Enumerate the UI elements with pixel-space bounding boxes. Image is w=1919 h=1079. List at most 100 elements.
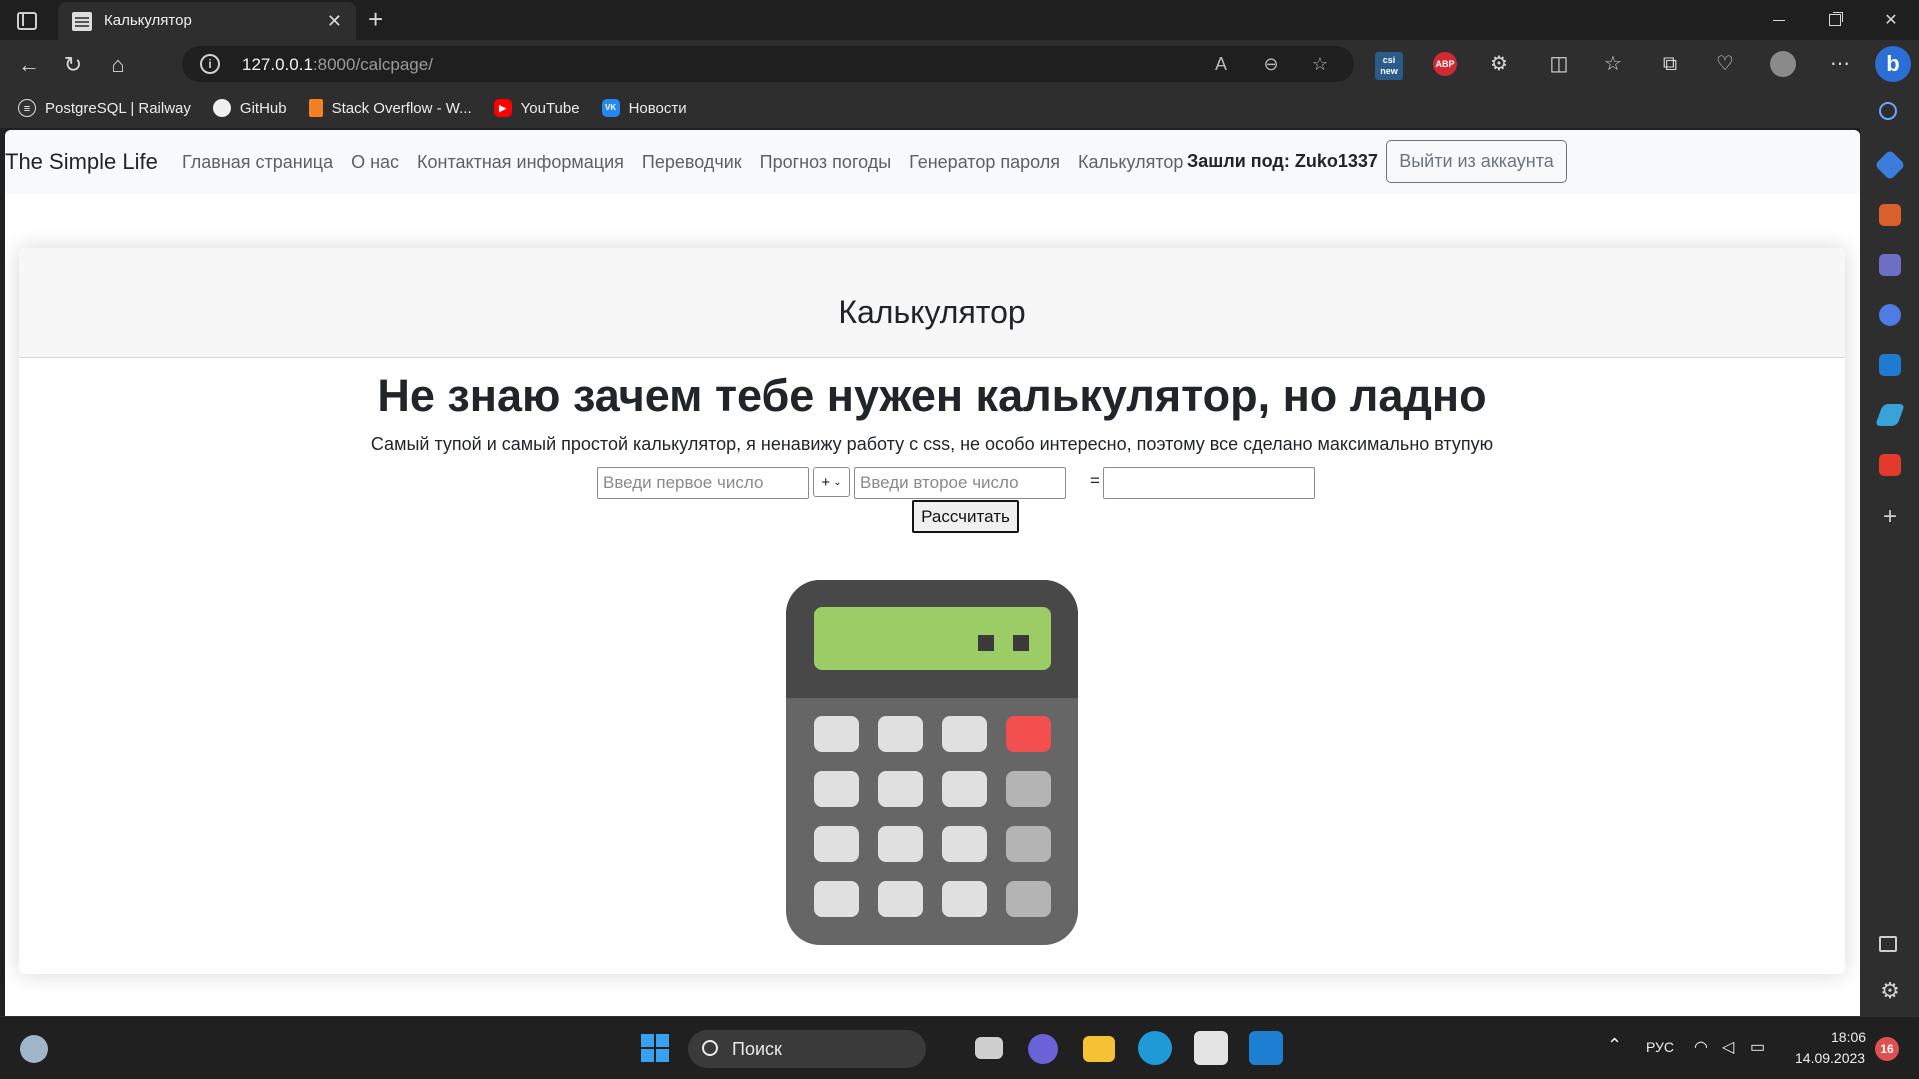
zoom-out-icon[interactable]: ⊖: [1260, 53, 1282, 75]
close-window-icon[interactable]: ✕: [1863, 0, 1919, 40]
profile-avatar[interactable]: [1770, 51, 1796, 77]
tools-icon[interactable]: [1879, 204, 1901, 226]
second-number-input[interactable]: [854, 467, 1066, 499]
microsoft365-icon[interactable]: [1879, 304, 1901, 326]
calculator-key: [814, 771, 859, 807]
weather-icon[interactable]: [20, 1035, 48, 1063]
bookmark-label: Stack Overflow - W...: [331, 99, 472, 117]
bookmark-vk[interactable]: VK Новости: [601, 99, 687, 117]
nav-password-generator[interactable]: Генератор пароля: [909, 152, 1060, 173]
tab-actions-icon[interactable]: [14, 8, 38, 32]
hide-sidebar-icon[interactable]: [1879, 936, 1897, 952]
tab-strip: Калькулятор ✕ + ✕: [0, 0, 1919, 40]
telegram-icon[interactable]: [1874, 404, 1906, 426]
minimize-icon[interactable]: [1751, 0, 1807, 40]
adblock-extension-icon[interactable]: ABP: [1433, 52, 1457, 76]
teams-icon[interactable]: [1028, 1034, 1058, 1064]
github-icon: [212, 99, 231, 117]
more-menu-icon[interactable]: ⋯: [1825, 49, 1855, 79]
site-brand[interactable]: The Simple Life: [5, 149, 158, 175]
edge-sidebar: + ⚙: [1860, 88, 1919, 1016]
read-aloud-icon[interactable]: A: [1210, 53, 1232, 75]
page-viewport: The Simple Life Главная страница О нас К…: [5, 130, 1860, 1016]
file-explorer-icon[interactable]: [1083, 1036, 1115, 1062]
wifi-icon[interactable]: ◠: [1694, 1037, 1708, 1057]
store-icon[interactable]: [1194, 1031, 1228, 1065]
calculator-key: [878, 826, 923, 862]
split-screen-icon[interactable]: ◫: [1544, 49, 1574, 79]
browser-toolbar: ← ↻ ⌂ i 127.0.0.1:8000/calcpage/ A ⊖ ☆ c…: [0, 40, 1919, 88]
reload-icon[interactable]: ↻: [60, 52, 86, 78]
copilot-icon[interactable]: b: [1875, 46, 1911, 82]
calculator-screen: [814, 607, 1051, 670]
calculator-key: [878, 881, 923, 917]
tab-title: Калькулятор: [104, 12, 192, 29]
youtube-icon: ▶: [493, 99, 512, 117]
nav-contacts[interactable]: Контактная информация: [417, 152, 624, 173]
window-controls: ✕: [1751, 0, 1919, 40]
back-icon[interactable]: ←: [16, 52, 42, 78]
edge-icon[interactable]: [1138, 1031, 1172, 1065]
vscode-icon[interactable]: [1249, 1031, 1283, 1065]
site-info-icon[interactable]: i: [200, 54, 220, 74]
games-icon[interactable]: [1879, 254, 1901, 276]
calculator-body: [786, 580, 1078, 945]
battery-icon[interactable]: ▭: [1750, 1037, 1765, 1057]
favorites-icon[interactable]: ☆: [1598, 49, 1628, 79]
search-icon: [702, 1040, 718, 1056]
bookmark-stackoverflow[interactable]: Stack Overflow - W...: [308, 99, 472, 117]
notification-badge[interactable]: 16: [1875, 1037, 1899, 1061]
restore-icon[interactable]: [1807, 0, 1863, 40]
logged-in-user: Зашли под: Zuko1337: [1187, 151, 1378, 171]
search-icon[interactable]: [1879, 102, 1897, 120]
card-title: Калькулятор: [838, 294, 1026, 330]
logout-button[interactable]: Выйти из аккаунта: [1386, 140, 1567, 183]
url-text[interactable]: 127.0.0.1:8000/calcpage/: [242, 55, 433, 75]
collections-icon[interactable]: ⧉: [1655, 49, 1685, 79]
tab-close-icon[interactable]: ✕: [327, 11, 342, 31]
bookmarks-bar: ≡ PostgreSQL | Railway GitHub Stack Over…: [0, 88, 1860, 128]
address-bar[interactable]: i 127.0.0.1:8000/calcpage/ A ⊖ ☆: [182, 46, 1354, 82]
volume-icon[interactable]: ◁: [1722, 1037, 1734, 1057]
bookmark-railway[interactable]: ≡ PostgreSQL | Railway: [18, 99, 191, 117]
active-tab[interactable]: Калькулятор ✕: [58, 2, 356, 40]
shopping-icon[interactable]: [1874, 149, 1906, 181]
csi-extension-icon[interactable]: csi new: [1375, 52, 1403, 80]
bookmark-label: PostgreSQL | Railway: [45, 99, 191, 117]
operator-value: +: [821, 473, 831, 491]
result-field[interactable]: [1103, 467, 1315, 499]
calculator-key: [878, 771, 923, 807]
add-sidebar-icon[interactable]: +: [1879, 505, 1901, 529]
operator-select[interactable]: + ⌄: [813, 467, 850, 497]
yandex-icon[interactable]: [1879, 454, 1901, 476]
language-indicator[interactable]: РУС: [1646, 1039, 1674, 1055]
calculate-button[interactable]: Рассчитать: [912, 500, 1019, 533]
chevron-down-icon: ⌄: [833, 476, 842, 488]
nav-home[interactable]: Главная страница: [182, 152, 333, 173]
task-view-icon[interactable]: [975, 1037, 1003, 1059]
vk-icon: VK: [601, 99, 620, 117]
clock-time[interactable]: 18:06: [1831, 1029, 1866, 1045]
calculator-key: [814, 881, 859, 917]
bookmark-github[interactable]: GitHub: [212, 99, 287, 117]
calculator-key: [1006, 826, 1051, 862]
nav-links: Главная страница О нас Контактная информ…: [182, 152, 1201, 173]
start-icon[interactable]: [638, 1031, 672, 1065]
first-number-input[interactable]: [597, 467, 809, 499]
extensions-icon[interactable]: ⚙: [1484, 49, 1514, 79]
home-icon[interactable]: ⌂: [105, 52, 131, 78]
taskbar-search[interactable]: Поиск: [688, 1030, 926, 1068]
sidebar-settings-icon[interactable]: ⚙: [1879, 980, 1901, 1002]
bookmark-youtube[interactable]: ▶ YouTube: [493, 99, 580, 117]
nav-weather[interactable]: Прогноз погоды: [760, 152, 892, 173]
page-headline: Не знаю зачем тебе нужен калькулятор, но…: [377, 370, 1487, 421]
nav-calculator[interactable]: Калькулятор: [1078, 152, 1183, 173]
favorite-star-icon[interactable]: ☆: [1309, 53, 1331, 75]
nav-translator[interactable]: Переводчик: [642, 152, 742, 173]
browser-essentials-icon[interactable]: ♡: [1710, 49, 1740, 79]
outlook-icon[interactable]: [1879, 354, 1901, 376]
nav-about[interactable]: О нас: [351, 152, 399, 173]
tray-chevron-icon[interactable]: ⌃: [1607, 1035, 1622, 1056]
clock-date[interactable]: 14.09.2023: [1795, 1050, 1865, 1066]
new-tab-icon[interactable]: +: [368, 5, 383, 33]
